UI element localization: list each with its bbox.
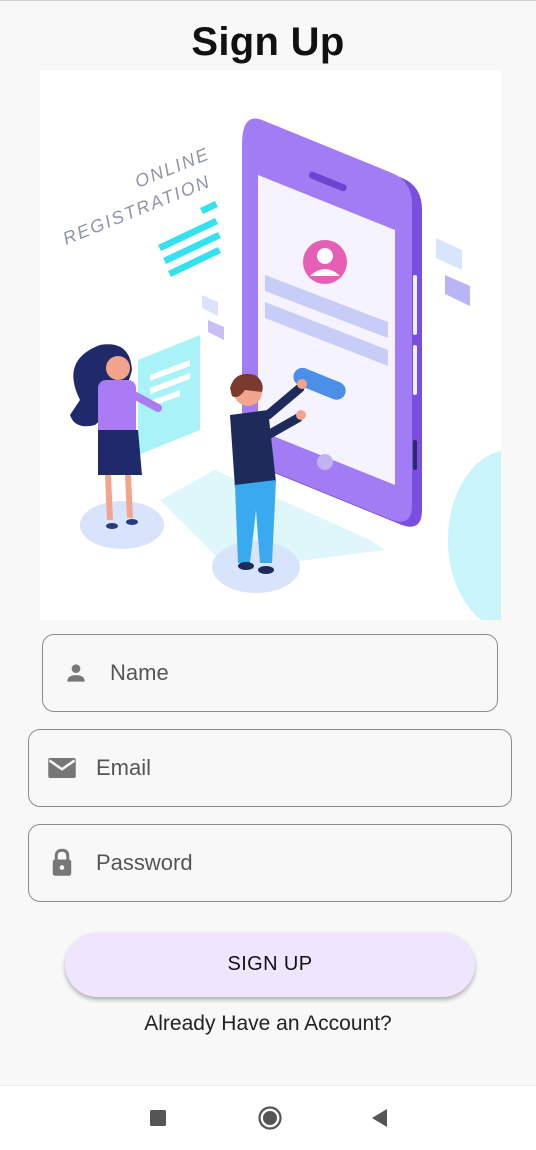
already-have-account-link[interactable]: Already Have an Account? [0,1012,536,1036]
email-field[interactable]: Email [28,729,512,807]
top-divider [0,0,536,1]
mail-icon [47,753,77,783]
recents-square-icon[interactable] [144,1104,172,1132]
person-icon [61,658,91,688]
home-circle-icon[interactable] [256,1104,284,1132]
online-registration-illustration: ONLINE REGISTRATION [40,70,501,620]
sign-up-button[interactable]: SIGN UP [65,932,475,997]
page-title: Sign Up [191,20,345,64]
password-field[interactable]: Password [28,824,512,902]
lock-icon [47,848,77,878]
password-placeholder: Password [96,850,193,875]
name-field[interactable]: Name [42,634,498,712]
email-placeholder: Email [96,755,152,780]
name-placeholder: Name [110,660,169,685]
system-navigation-bar [0,1085,536,1150]
back-triangle-icon[interactable] [366,1104,394,1132]
